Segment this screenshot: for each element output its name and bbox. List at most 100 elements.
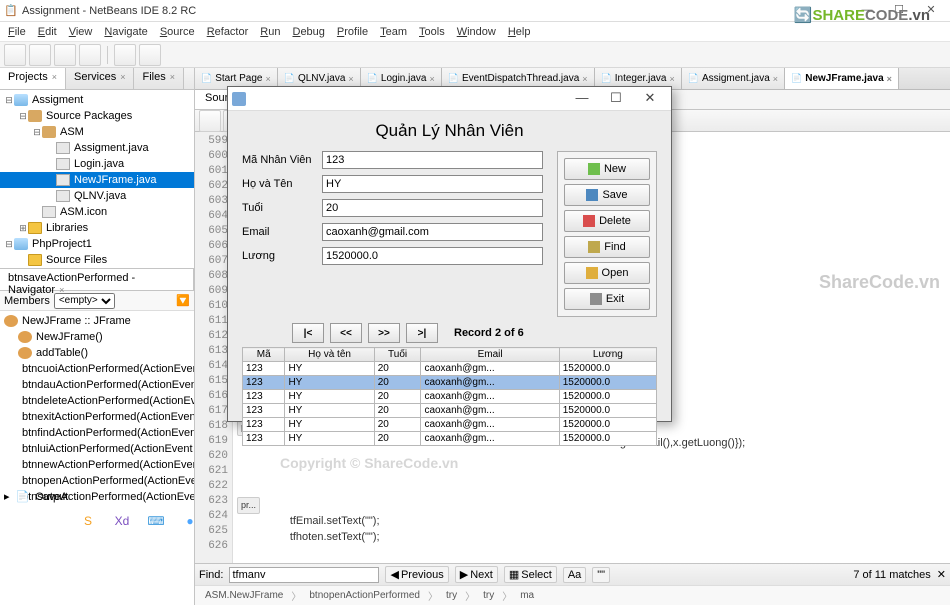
taskbar-app-1[interactable]: S	[72, 509, 104, 533]
find-close-icon[interactable]: ✕	[937, 568, 946, 581]
nav-item[interactable]: NewJFrame :: JFrame	[0, 313, 194, 329]
nav-button[interactable]: >|	[406, 323, 438, 343]
menu-navigate[interactable]: Navigate	[98, 24, 153, 40]
field-input[interactable]	[322, 199, 543, 217]
nav-item[interactable]: btndauActionPerformed(ActionEvent evt)	[0, 377, 194, 393]
find-previous-button[interactable]: ◀ Previous	[385, 566, 448, 583]
new-button[interactable]: New	[564, 158, 650, 180]
nav-item[interactable]: btncuoiActionPerformed(ActionEvent evt)	[0, 361, 194, 377]
find-next-button[interactable]: ▶ Next	[455, 566, 498, 583]
table-header[interactable]: Họ và tên	[285, 348, 374, 362]
tree-item[interactable]: Source Files	[0, 252, 194, 268]
breadcrumb-item[interactable]: ASM.NewJFrame	[199, 589, 289, 602]
navigator-tab[interactable]: btnsaveActionPerformed - Navigator×	[0, 269, 194, 290]
table-row[interactable]: 123HY20caoxanh@gm...1520000.0	[243, 376, 657, 390]
menu-window[interactable]: Window	[451, 24, 502, 40]
menu-debug[interactable]: Debug	[286, 24, 330, 40]
menu-tools[interactable]: Tools	[413, 24, 451, 40]
tree-item[interactable]: ASM.icon	[0, 204, 194, 220]
breadcrumb-item[interactable]: try	[440, 589, 463, 602]
table-row[interactable]: 123HY20caoxanh@gm...1520000.0	[243, 432, 657, 446]
project-tree[interactable]: ⊟Assigment⊟Source Packages⊟ASMAssigment.…	[0, 90, 194, 268]
editor-tab[interactable]: 📄NewJFrame.java×	[785, 68, 899, 89]
output-expand-icon[interactable]: ▸	[4, 490, 10, 503]
tree-item[interactable]: ⊟Source Packages	[0, 108, 194, 124]
table-header[interactable]: Tuối	[374, 348, 421, 362]
table-row[interactable]: 123HY20caoxanh@gm...1520000.0	[243, 418, 657, 432]
tree-item[interactable]: Assigment.java	[0, 140, 194, 156]
taskbar-app-2[interactable]: Xd	[106, 509, 138, 533]
save-all-button[interactable]	[79, 44, 101, 66]
table-header[interactable]: Mã	[243, 348, 285, 362]
menu-view[interactable]: View	[63, 24, 99, 40]
field-input[interactable]	[322, 175, 543, 193]
tree-item[interactable]: ⊟PhpProject1	[0, 236, 194, 252]
navigator-tree[interactable]: NewJFrame :: JFrameNewJFrame()addTable()…	[0, 311, 194, 605]
find-button[interactable]: Find	[564, 236, 650, 258]
table-header[interactable]: Email	[421, 348, 559, 362]
task-view[interactable]: ▭	[38, 509, 70, 533]
table-row[interactable]: 123HY20caoxanh@gm...1520000.0	[243, 404, 657, 418]
nav-item[interactable]: addTable()	[0, 345, 194, 361]
menu-run[interactable]: Run	[254, 24, 286, 40]
new-file-button[interactable]	[4, 44, 26, 66]
menu-file[interactable]: File	[2, 24, 32, 40]
nav-button[interactable]: <<	[330, 323, 362, 343]
menu-source[interactable]: Source	[154, 24, 201, 40]
editor-tab[interactable]: 📄Assigment.java×	[682, 68, 785, 89]
tree-item[interactable]: NewJFrame.java	[0, 172, 194, 188]
find-select-button[interactable]: ▦ Select	[504, 566, 557, 583]
table-row[interactable]: 123HY20caoxanh@gm...1520000.0	[243, 390, 657, 404]
menu-profile[interactable]: Profile	[331, 24, 374, 40]
output-label[interactable]: Output	[35, 491, 68, 503]
nav-item[interactable]: btnnewActionPerformed(ActionEvent evt)	[0, 457, 194, 473]
field-input[interactable]	[322, 247, 543, 265]
find-opt1[interactable]: Aa	[563, 567, 586, 583]
filter-icon[interactable]: 🔽	[176, 294, 190, 307]
new-project-button[interactable]	[29, 44, 51, 66]
tree-item[interactable]: ⊞Libraries	[0, 220, 194, 236]
menu-team[interactable]: Team	[374, 24, 413, 40]
nav-item[interactable]: btnopenActionPerformed(ActionEvent evt)	[0, 473, 194, 489]
nav-button[interactable]: >>	[368, 323, 400, 343]
breadcrumb[interactable]: ASM.NewJFrame〉btnopenActionPerformed〉try…	[195, 585, 950, 605]
panel-tab-services[interactable]: Services×	[66, 68, 134, 89]
breadcrumb-item[interactable]: btnopenActionPerformed	[303, 589, 426, 602]
menu-help[interactable]: Help	[502, 24, 537, 40]
employee-table[interactable]: MãHọ và tênTuốiEmailLương 123HY20caoxanh…	[242, 347, 657, 446]
find-input[interactable]	[229, 567, 379, 583]
field-input[interactable]	[322, 223, 543, 241]
tree-item[interactable]: Login.java	[0, 156, 194, 172]
tree-item[interactable]: ⊟Assigment	[0, 92, 194, 108]
tree-item[interactable]: ⊟ASM	[0, 124, 194, 140]
panel-tab-projects[interactable]: Projects×	[0, 68, 66, 89]
dialog-close[interactable]: ✕	[633, 89, 667, 109]
redo-button[interactable]	[139, 44, 161, 66]
nav-item[interactable]: NewJFrame()	[0, 329, 194, 345]
nav-item[interactable]: btnluiActionPerformed(ActionEvent evt)	[0, 441, 194, 457]
dialog-maximize[interactable]: ☐	[599, 89, 633, 109]
history-button[interactable]	[199, 110, 221, 132]
tree-item[interactable]: QLNV.java	[0, 188, 194, 204]
delete-button[interactable]: Delete	[564, 210, 650, 232]
menu-refactor[interactable]: Refactor	[201, 24, 255, 40]
field-input[interactable]	[322, 151, 543, 169]
undo-button[interactable]	[114, 44, 136, 66]
nav-item[interactable]: btnfindActionPerformed(ActionEvent evt)	[0, 425, 194, 441]
panel-tab-files[interactable]: Files×	[134, 68, 184, 89]
menu-edit[interactable]: Edit	[32, 24, 63, 40]
find-opt2[interactable]: ""	[592, 567, 610, 583]
breadcrumb-item[interactable]: try	[477, 589, 500, 602]
dialog-minimize[interactable]: —	[565, 89, 599, 109]
open-button[interactable]: Open	[564, 262, 650, 284]
save-button[interactable]: Save	[564, 184, 650, 206]
table-header[interactable]: Lương	[559, 348, 656, 362]
nav-button[interactable]: |<	[292, 323, 324, 343]
table-row[interactable]: 123HY20caoxanh@gm...1520000.0	[243, 362, 657, 376]
nav-item[interactable]: btnexitActionPerformed(ActionEvent evt)	[0, 409, 194, 425]
nav-item[interactable]: btndeleteActionPerformed(ActionEvent evt…	[0, 393, 194, 409]
start-button[interactable]: ⊞	[4, 509, 36, 533]
open-button[interactable]	[54, 44, 76, 66]
breadcrumb-item[interactable]: ma	[514, 589, 540, 602]
taskbar-app-3[interactable]: ⌨	[140, 509, 172, 533]
